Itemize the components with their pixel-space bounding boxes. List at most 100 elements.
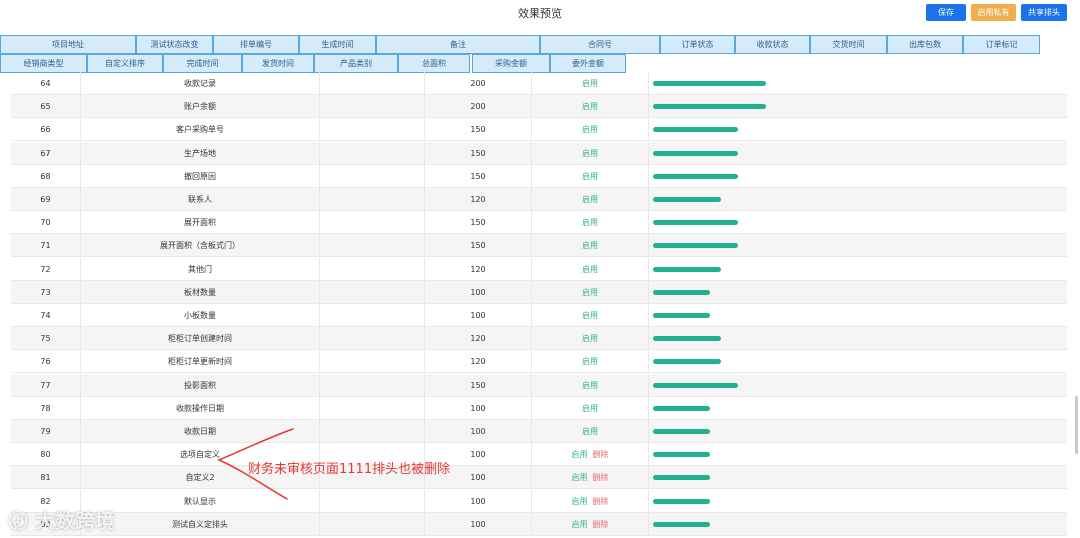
r2-chip[interactable]: 产品类别	[314, 54, 398, 73]
column-width: 200	[425, 72, 532, 95]
operation-cell: 启用	[532, 211, 649, 235]
save-button[interactable]: 保存	[926, 4, 966, 21]
operation-cell: 启用	[532, 95, 649, 119]
enable-link[interactable]: 启用	[582, 404, 598, 413]
column-width: 120	[425, 350, 532, 374]
enable-link[interactable]: 启用	[582, 218, 598, 227]
table-row: 74 小板数量 100 启用	[11, 304, 1067, 327]
column-name: 测试自义定排头	[81, 512, 320, 536]
width-bar-cell	[649, 142, 1067, 165]
delete-link[interactable]: 删除	[593, 450, 609, 459]
r2-chip[interactable]: 总面积	[398, 54, 470, 73]
r2-chip[interactable]: 发货时间	[242, 54, 314, 73]
empty-cell	[320, 350, 425, 374]
table-row: 71 展开面积（含板式门） 150 启用	[11, 234, 1067, 258]
empty-cell	[320, 373, 425, 397]
width-bar	[653, 150, 738, 156]
enable-link[interactable]: 启用	[572, 473, 588, 482]
column-name: 生产场地	[81, 141, 320, 165]
r1-chip[interactable]: 项目地址	[0, 35, 136, 54]
enable-link[interactable]: 启用	[582, 102, 598, 111]
r2-chip[interactable]: 完成时间	[163, 54, 242, 73]
empty-cell	[320, 72, 425, 95]
row-index: 81	[11, 466, 81, 490]
r1-chip[interactable]: 生成时间	[299, 35, 376, 54]
r2-chip[interactable]: 自定义排序	[87, 54, 163, 73]
width-bar-cell	[649, 95, 1067, 118]
column-width: 150	[425, 164, 532, 188]
r1-chip[interactable]: 测试状态改变	[136, 35, 213, 54]
width-bar-cell	[649, 258, 1067, 281]
column-name: 板材数量	[81, 280, 320, 304]
table-row: 66 客户采购单号 150 启用	[11, 118, 1067, 142]
watermark-logo: 〄 大数跨境	[8, 505, 115, 534]
table-row: 64 收款记录 200 启用	[11, 72, 1067, 95]
r1-chip[interactable]: 订单状态	[660, 35, 735, 54]
empty-cell	[320, 141, 425, 165]
r1-chip[interactable]: 备注	[376, 35, 540, 54]
delete-link[interactable]: 删除	[593, 520, 609, 529]
enable-link[interactable]: 启用	[582, 241, 598, 250]
width-bar	[653, 429, 710, 434]
delete-link[interactable]: 删除	[593, 497, 609, 506]
r2-chip[interactable]: 采购金额	[472, 54, 550, 73]
empty-cell	[320, 188, 425, 211]
r1-chip[interactable]: 订单标记	[963, 35, 1040, 54]
enable-link[interactable]: 启用	[572, 520, 588, 529]
table-row: 83 测试自义定排头 100 启用 删除	[11, 512, 1067, 536]
enable-link[interactable]: 启用	[582, 149, 598, 158]
width-bar-cell	[649, 397, 1067, 420]
enable-link[interactable]: 启用	[572, 450, 588, 459]
width-bar-cell	[649, 188, 1067, 211]
enable-link[interactable]: 启用	[582, 172, 598, 181]
share-header-button[interactable]: 共享排头	[1021, 4, 1067, 21]
empty-cell	[320, 327, 425, 351]
operation-cell: 启用	[532, 188, 649, 211]
row-index: 77	[11, 373, 81, 397]
column-name: 账户余额	[81, 95, 320, 119]
empty-cell	[320, 280, 425, 304]
enable-link[interactable]: 启用	[582, 125, 598, 134]
enable-link[interactable]: 启用	[582, 311, 598, 320]
empty-cell	[320, 420, 425, 443]
row-index: 67	[11, 141, 81, 165]
r1-chip[interactable]: 合同号	[540, 35, 660, 54]
table-row: 69 联系人 120 启用	[11, 188, 1067, 211]
enable-link[interactable]: 启用	[582, 79, 598, 88]
enable-private-button[interactable]: 启用私有	[971, 4, 1016, 21]
row-index: 73	[11, 280, 81, 304]
r2-chip[interactable]: 经销商类型	[0, 54, 87, 73]
width-bar-cell	[649, 466, 1067, 489]
operation-cell: 启用	[532, 141, 649, 165]
row-index: 71	[11, 234, 81, 258]
r1-chip[interactable]: 收款状态	[735, 35, 810, 54]
r1-chip[interactable]: 排单编号	[213, 35, 299, 54]
enable-link[interactable]: 启用	[582, 381, 598, 390]
width-bar	[653, 452, 710, 458]
table-row: 79 收款日期 100 启用	[11, 420, 1067, 443]
enable-link[interactable]: 启用	[582, 288, 598, 297]
r2-chip[interactable]: 委外金额	[550, 54, 626, 73]
column-width: 120	[425, 327, 532, 351]
enable-link[interactable]: 启用	[582, 357, 598, 366]
operation-cell: 启用	[532, 72, 649, 95]
width-bar	[653, 127, 738, 133]
enable-link[interactable]: 启用	[582, 265, 598, 274]
column-width: 150	[425, 118, 532, 142]
enable-link[interactable]: 启用	[572, 497, 588, 506]
width-bar	[653, 313, 710, 318]
r1-chip[interactable]: 出库包数	[887, 35, 963, 54]
column-width: 100	[425, 280, 532, 304]
column-width: 100	[425, 304, 532, 327]
enable-link[interactable]: 启用	[582, 195, 598, 204]
empty-cell	[320, 211, 425, 235]
scrollbar-thumb[interactable]	[1075, 396, 1078, 454]
width-bar	[653, 498, 710, 504]
width-bar-cell	[649, 350, 1067, 373]
column-width: 150	[425, 234, 532, 258]
delete-link[interactable]: 删除	[593, 473, 609, 482]
enable-link[interactable]: 启用	[582, 334, 598, 343]
enable-link[interactable]: 启用	[582, 427, 598, 436]
column-width: 150	[425, 141, 532, 165]
r1-chip[interactable]: 交货时间	[810, 35, 887, 54]
